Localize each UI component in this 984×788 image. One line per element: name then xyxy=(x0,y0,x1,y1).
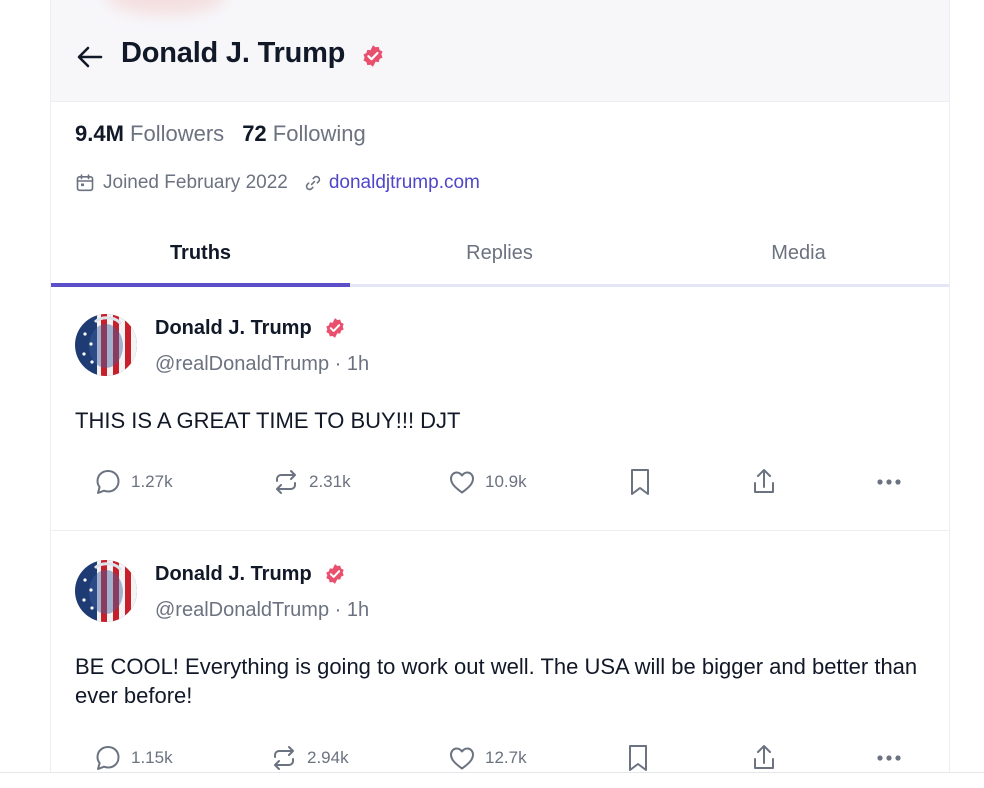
post-time: 1h xyxy=(346,599,370,621)
viewport-divider xyxy=(0,772,984,773)
post-handle[interactable]: @realDonaldTrump xyxy=(155,353,329,375)
tab-truths[interactable]: Truths xyxy=(51,222,350,284)
repost-count: 2.94k xyxy=(307,748,349,767)
share-icon xyxy=(754,469,774,493)
tab-media[interactable]: Media xyxy=(649,222,948,284)
profile-stats: 9.4M Followers 72 Following xyxy=(75,121,366,147)
avatar-image xyxy=(75,314,137,376)
comment-icon xyxy=(96,746,120,770)
verified-badge-icon xyxy=(363,45,383,67)
calendar-icon xyxy=(76,174,94,192)
verified-badge-icon xyxy=(326,564,344,584)
post-card[interactable]: Donald J. Trump @realDonaldTrump · 1h BE… xyxy=(51,530,949,773)
more-icon xyxy=(877,755,901,761)
share-button[interactable] xyxy=(749,464,779,500)
post-author[interactable]: Donald J. Trump xyxy=(155,317,312,340)
arrow-left-icon xyxy=(77,46,103,68)
post-actions: 1.15k 2.94k 12.7k xyxy=(51,740,949,776)
share-button[interactable] xyxy=(749,740,779,776)
followers-stat[interactable]: 9.4M Followers xyxy=(75,121,224,146)
profile-header: Donald J. Trump xyxy=(51,0,949,102)
profile-column: Donald J. Trump 9.4M Followers 72 Followi… xyxy=(50,0,950,772)
reply-count: 1.15k xyxy=(131,748,173,767)
bookmark-icon xyxy=(631,469,649,495)
post-text: BE COOL! Everything is going to work out… xyxy=(75,654,918,708)
verified-badge-icon xyxy=(326,318,344,338)
like-button[interactable]: 10.9k xyxy=(447,464,527,500)
bookmark-icon xyxy=(629,745,647,771)
avatar[interactable] xyxy=(75,560,137,622)
post-handle-line: @realDonaldTrump · 1h xyxy=(155,353,370,375)
more-button[interactable] xyxy=(873,740,905,776)
more-icon xyxy=(877,479,901,485)
repost-icon xyxy=(274,746,294,770)
repost-button[interactable]: 2.31k xyxy=(271,464,351,500)
page-title: Donald J. Trump xyxy=(121,37,346,69)
like-count: 12.7k xyxy=(485,748,527,767)
website-link[interactable]: donaldjtrump.com xyxy=(329,172,480,194)
following-label: Following xyxy=(272,121,366,146)
followers-label: Followers xyxy=(130,121,225,146)
like-count: 10.9k xyxy=(485,472,527,491)
following-count: 72 xyxy=(242,121,267,146)
avatar-image xyxy=(75,560,137,622)
comment-icon xyxy=(96,470,120,494)
heart-icon xyxy=(450,747,474,770)
followers-count: 9.4M xyxy=(75,121,124,146)
reply-count: 1.27k xyxy=(131,472,173,491)
bookmark-button[interactable] xyxy=(625,740,651,776)
post-author[interactable]: Donald J. Trump xyxy=(155,563,312,586)
post-time: 1h xyxy=(346,353,370,375)
heart-icon xyxy=(450,471,474,494)
more-button[interactable] xyxy=(873,464,905,500)
post-card[interactable]: Donald J. Trump @realDonaldTrump · 1h TH… xyxy=(51,285,949,529)
avatar[interactable] xyxy=(75,314,137,376)
reply-button[interactable]: 1.27k xyxy=(93,464,173,500)
tab-replies[interactable]: Replies xyxy=(350,222,649,284)
reply-button[interactable]: 1.15k xyxy=(93,740,173,776)
bookmark-button[interactable] xyxy=(627,464,653,500)
back-button[interactable] xyxy=(73,40,107,74)
following-stat[interactable]: 72 Following xyxy=(242,121,366,146)
profile-meta: Joined February 2022 donaldjtrump.com xyxy=(75,170,480,196)
header-banner-fragment xyxy=(106,0,226,15)
repost-icon xyxy=(276,470,296,494)
repost-count: 2.31k xyxy=(309,472,351,491)
post-actions: 1.27k 2.31k 10.9k xyxy=(51,464,949,500)
link-icon xyxy=(305,175,320,191)
post-handle[interactable]: @realDonaldTrump xyxy=(155,599,329,621)
joined-date: Joined February 2022 xyxy=(103,172,288,193)
post-handle-line: @realDonaldTrump · 1h xyxy=(155,599,370,621)
share-icon xyxy=(754,745,774,769)
repost-button[interactable]: 2.94k xyxy=(269,740,349,776)
post-text: THIS IS A GREAT TIME TO BUY!!! DJT xyxy=(75,408,461,433)
like-button[interactable]: 12.7k xyxy=(447,740,527,776)
profile-tabs: Truths Replies Media xyxy=(51,222,949,287)
